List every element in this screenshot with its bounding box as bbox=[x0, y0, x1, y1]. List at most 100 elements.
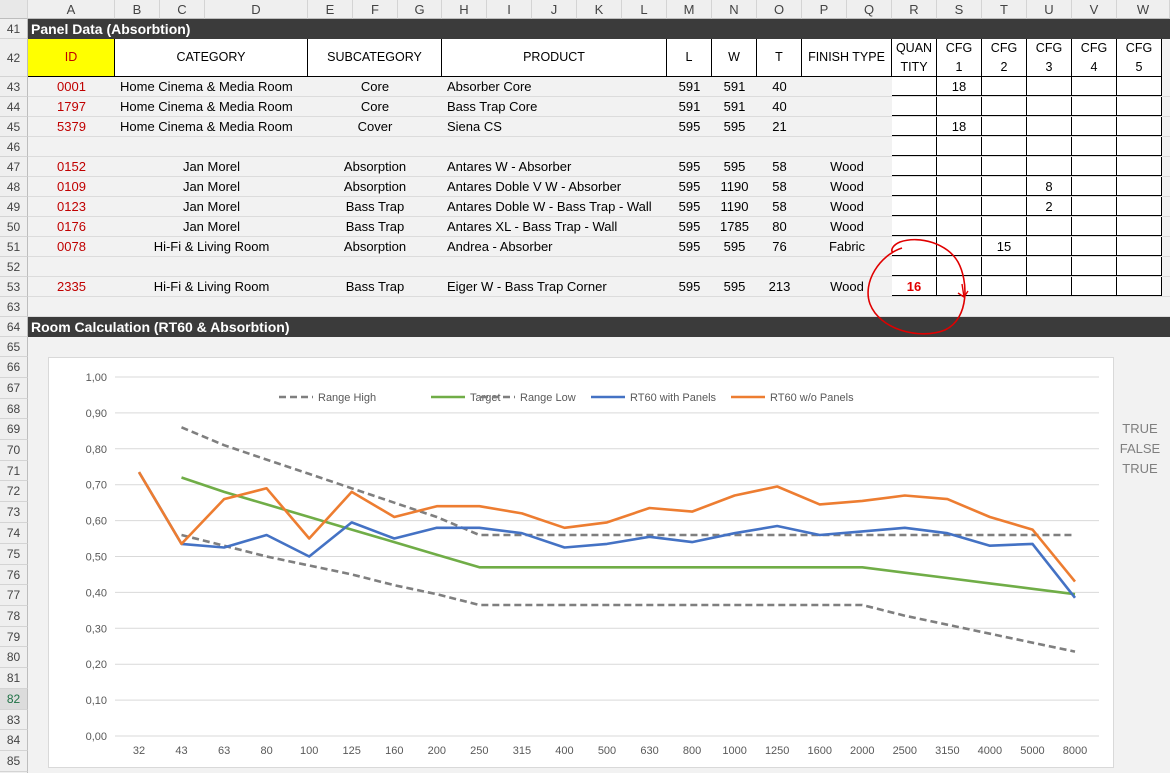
row-header-73[interactable]: 73 bbox=[0, 502, 28, 523]
cell-thickness[interactable] bbox=[757, 257, 802, 276]
cell-width[interactable]: 1785 bbox=[712, 217, 757, 236]
row-header-47[interactable]: 47 bbox=[0, 157, 28, 177]
cell-length[interactable]: 591 bbox=[667, 77, 712, 96]
cell-cfg-2[interactable] bbox=[982, 217, 1027, 236]
cell-cfg-2[interactable] bbox=[982, 197, 1027, 216]
cell-finish[interactable]: Wood bbox=[802, 197, 892, 216]
cell-cfg-5[interactable] bbox=[1117, 97, 1162, 116]
cell-cfg-4[interactable] bbox=[1072, 217, 1117, 236]
cell-finish[interactable] bbox=[802, 97, 892, 116]
cell-thickness[interactable]: 80 bbox=[757, 217, 802, 236]
cell-length[interactable]: 595 bbox=[667, 237, 712, 256]
cell-category[interactable] bbox=[115, 137, 308, 156]
cell-cfg-5[interactable] bbox=[1117, 177, 1162, 196]
cell-thickness[interactable]: 40 bbox=[757, 77, 802, 96]
cell-category[interactable]: Home Cinema & Media Room bbox=[115, 117, 308, 136]
column-header-O[interactable]: O bbox=[757, 0, 802, 19]
cell-category[interactable]: Hi-Fi & Living Room bbox=[115, 277, 308, 296]
cell-quantity[interactable] bbox=[892, 237, 937, 256]
row-header-81[interactable]: 81 bbox=[0, 668, 28, 689]
cell-cfg-4[interactable] bbox=[1072, 117, 1117, 136]
cell-width[interactable]: 1190 bbox=[712, 197, 757, 216]
cell-id[interactable] bbox=[28, 137, 115, 156]
column-header-W[interactable]: W bbox=[1117, 0, 1170, 19]
cell-product[interactable]: Bass Trap Core bbox=[442, 97, 667, 116]
cell-subcategory[interactable]: Core bbox=[308, 77, 442, 96]
cell-category[interactable]: Hi-Fi & Living Room bbox=[115, 237, 308, 256]
cell-cfg-2[interactable] bbox=[982, 137, 1027, 156]
cell-id[interactable]: 5379 bbox=[28, 117, 115, 136]
cell-cfg-1[interactable] bbox=[937, 277, 982, 296]
cell-cfg-3[interactable] bbox=[1027, 97, 1072, 116]
column-header-K[interactable]: K bbox=[577, 0, 622, 19]
select-all-corner[interactable] bbox=[0, 0, 28, 19]
cell-cfg-3[interactable] bbox=[1027, 77, 1072, 96]
cell-thickness[interactable]: 213 bbox=[757, 277, 802, 296]
row-header-48[interactable]: 48 bbox=[0, 177, 28, 197]
cell-width[interactable] bbox=[712, 137, 757, 156]
cell-cfg-4[interactable] bbox=[1072, 157, 1117, 176]
column-header-D[interactable]: D bbox=[205, 0, 308, 19]
cell-cfg-3[interactable] bbox=[1027, 157, 1072, 176]
cell-thickness[interactable]: 58 bbox=[757, 157, 802, 176]
header-thickness[interactable]: T bbox=[757, 39, 802, 77]
cell-id[interactable] bbox=[28, 257, 115, 276]
cell-width[interactable]: 595 bbox=[712, 237, 757, 256]
column-header-U[interactable]: U bbox=[1027, 0, 1072, 19]
cell-cfg-3[interactable] bbox=[1027, 237, 1072, 256]
cell-width[interactable]: 595 bbox=[712, 117, 757, 136]
row-header-41[interactable]: 41 bbox=[0, 19, 28, 39]
cell-product[interactable]: Antares Doble V W - Absorber bbox=[442, 177, 667, 196]
header-cfg-2[interactable]: CFG 2 bbox=[982, 39, 1027, 77]
cell-cfg-4[interactable] bbox=[1072, 197, 1117, 216]
cell-cfg-4[interactable] bbox=[1072, 97, 1117, 116]
cell-cfg-5[interactable] bbox=[1117, 157, 1162, 176]
cell-category[interactable] bbox=[115, 257, 308, 276]
column-header-L[interactable]: L bbox=[622, 0, 667, 19]
column-header-J[interactable]: J bbox=[532, 0, 577, 19]
cell-cfg-1[interactable] bbox=[937, 237, 982, 256]
column-header-B[interactable]: B bbox=[115, 0, 160, 19]
row-header-70[interactable]: 70 bbox=[0, 440, 28, 461]
cell-subcategory[interactable]: Bass Trap bbox=[308, 197, 442, 216]
cell-quantity[interactable]: 16 bbox=[892, 277, 937, 296]
cell-thickness[interactable]: 58 bbox=[757, 197, 802, 216]
cell-product[interactable]: Antares Doble W - Bass Trap - Wall bbox=[442, 197, 667, 216]
row-header-51[interactable]: 51 bbox=[0, 237, 28, 257]
cell-cfg-3[interactable] bbox=[1027, 217, 1072, 236]
row-header-52[interactable]: 52 bbox=[0, 257, 28, 277]
cell-category[interactable]: Home Cinema & Media Room bbox=[115, 77, 308, 96]
row-header-50[interactable]: 50 bbox=[0, 217, 28, 237]
cell-cfg-4[interactable] bbox=[1072, 137, 1117, 156]
row-header-44[interactable]: 44 bbox=[0, 97, 28, 117]
cell-subcategory[interactable]: Absorption bbox=[308, 157, 442, 176]
cell-subcategory[interactable] bbox=[308, 137, 442, 156]
cell-subcategory[interactable]: Absorption bbox=[308, 177, 442, 196]
cell-cfg-5[interactable] bbox=[1117, 137, 1162, 156]
column-header-P[interactable]: P bbox=[802, 0, 847, 19]
cell-product[interactable]: Antares XL - Bass Trap - Wall bbox=[442, 217, 667, 236]
cell-id[interactable]: 1797 bbox=[28, 97, 115, 116]
row-header-75[interactable]: 75 bbox=[0, 544, 28, 565]
header-cfg-4[interactable]: CFG 4 bbox=[1072, 39, 1117, 77]
column-header-E[interactable]: E bbox=[308, 0, 353, 19]
cell-category[interactable]: Jan Morel bbox=[115, 157, 308, 176]
cell-cfg-5[interactable] bbox=[1117, 77, 1162, 96]
cell-subcategory[interactable]: Core bbox=[308, 97, 442, 116]
cell-cfg-2[interactable] bbox=[982, 77, 1027, 96]
cell-length[interactable]: 591 bbox=[667, 97, 712, 116]
column-header-I[interactable]: I bbox=[487, 0, 532, 19]
row-header-74[interactable]: 74 bbox=[0, 523, 28, 544]
cell-cfg-4[interactable] bbox=[1072, 277, 1117, 296]
row-header-46[interactable]: 46 bbox=[0, 137, 28, 157]
header-subcategory[interactable]: SUBCATEGORY bbox=[308, 39, 442, 77]
cell-finish[interactable] bbox=[802, 117, 892, 136]
header-width[interactable]: W bbox=[712, 39, 757, 77]
header-length[interactable]: L bbox=[667, 39, 712, 77]
cell-cfg-5[interactable] bbox=[1117, 237, 1162, 256]
cell-cfg-2[interactable] bbox=[982, 157, 1027, 176]
column-header-M[interactable]: M bbox=[667, 0, 712, 19]
cell-subcategory[interactable]: Cover bbox=[308, 117, 442, 136]
cell-length[interactable]: 595 bbox=[667, 277, 712, 296]
row-header-64[interactable]: 64 bbox=[0, 317, 28, 337]
